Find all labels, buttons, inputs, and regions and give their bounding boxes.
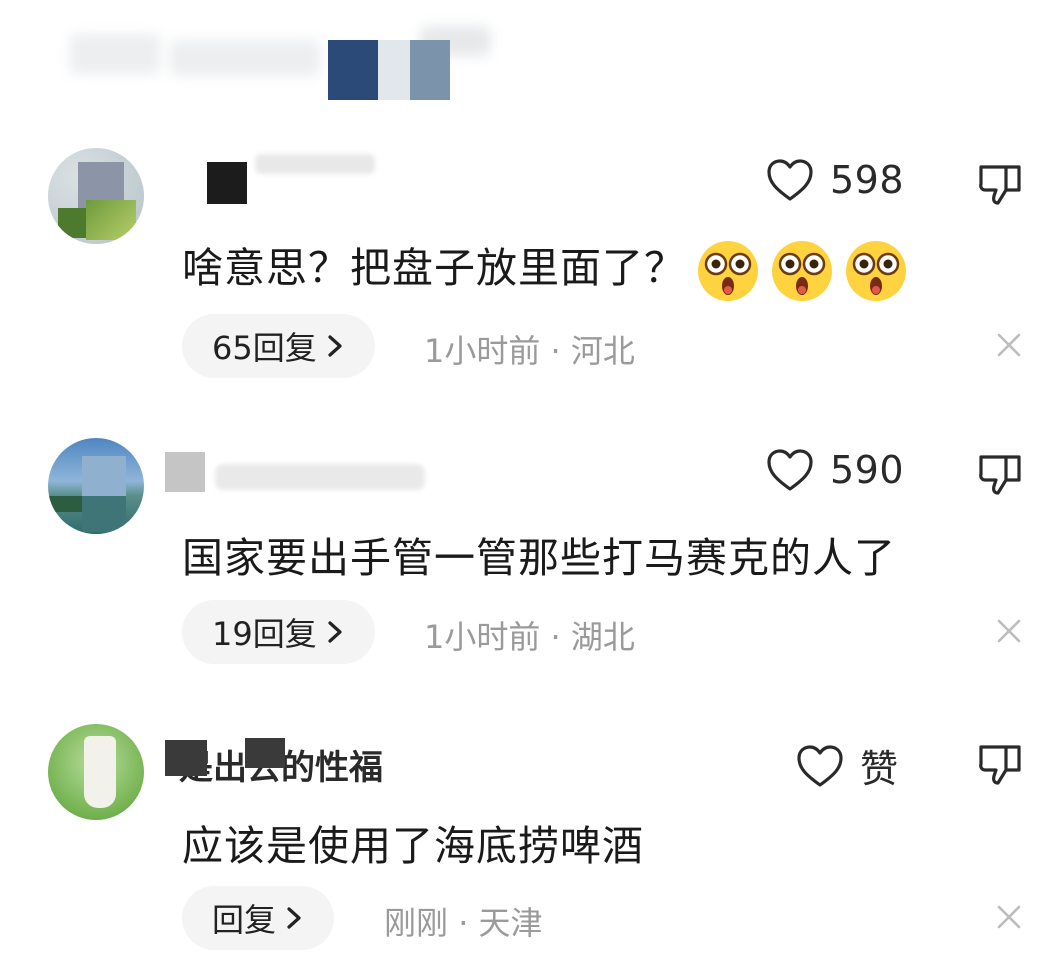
mosaic-block [165, 740, 207, 776]
like-button[interactable]: 598 [766, 158, 904, 202]
like-count: 598 [830, 158, 905, 202]
reply-count-label: 65回复 [212, 329, 317, 367]
avatar[interactable] [48, 148, 144, 244]
comment-time: 1小时前 [424, 618, 541, 656]
chevron-right-icon [287, 907, 301, 929]
reply-count-label: 19回复 [212, 615, 317, 653]
comment-meta: 1小时前 · 河北 [424, 326, 635, 372]
mosaic-block [207, 162, 247, 204]
comment-text: 国家要出手管一管那些打马赛克的人了 [182, 534, 896, 582]
chevron-right-icon [328, 621, 342, 643]
view-replies-button[interactable]: 回复 [182, 886, 335, 950]
like-button[interactable]: 赞 [796, 738, 899, 793]
astonished-face-icon [770, 239, 834, 303]
comment-time: 刚刚 [384, 904, 449, 942]
astonished-face-icon [844, 239, 908, 303]
obscured-header [70, 20, 500, 100]
comment-location: 天津 [478, 904, 543, 942]
username-obscured[interactable]: 是出去的性福 [165, 738, 465, 788]
comment-text-content: 啥意思？把盘子放里面了？ [182, 244, 686, 292]
like-count: 590 [830, 448, 905, 492]
close-icon[interactable] [996, 618, 1022, 648]
reply-label: 回复 [212, 901, 277, 939]
mosaic-block [165, 452, 205, 492]
comment-time: 1小时前 [424, 332, 541, 370]
comment-location: 湖北 [570, 618, 635, 656]
astonished-face-icon [696, 239, 760, 303]
like-label: 赞 [860, 747, 899, 791]
avatar[interactable] [48, 438, 144, 534]
username-obscured[interactable] [165, 452, 465, 498]
comment-text: 啥意思？把盘子放里面了？ [182, 234, 908, 303]
chevron-right-icon [328, 335, 342, 357]
comment-location: 河北 [570, 332, 635, 370]
dislike-icon[interactable] [976, 450, 1024, 498]
like-button[interactable]: 590 [766, 448, 904, 492]
mosaic-block [410, 40, 450, 100]
mosaic-block [245, 738, 285, 768]
dislike-icon[interactable] [976, 740, 1024, 788]
close-icon[interactable] [996, 332, 1022, 362]
comment-meta: 刚刚 · 天津 [384, 898, 543, 944]
dislike-icon[interactable] [976, 160, 1024, 208]
comment-text: 应该是使用了海底捞啤酒 [182, 822, 644, 870]
close-icon[interactable] [996, 904, 1022, 934]
mosaic-block [378, 40, 410, 100]
heart-icon [796, 744, 844, 788]
heart-icon [766, 158, 814, 202]
view-replies-button[interactable]: 65回复 [182, 314, 375, 378]
meta-separator: · [550, 332, 561, 370]
avatar[interactable] [48, 724, 144, 820]
comment-list-screen: 598 啥意思？把盘子放里面了？ 65回复 1小时前 · 河北 590 国家要出… [0, 0, 1045, 965]
heart-icon [766, 448, 814, 492]
view-replies-button[interactable]: 19回复 [182, 600, 375, 664]
mosaic-block [328, 40, 378, 100]
meta-separator: · [458, 904, 469, 942]
username-obscured[interactable] [165, 154, 465, 206]
meta-separator: · [550, 618, 561, 656]
comment-meta: 1小时前 · 湖北 [424, 612, 635, 658]
